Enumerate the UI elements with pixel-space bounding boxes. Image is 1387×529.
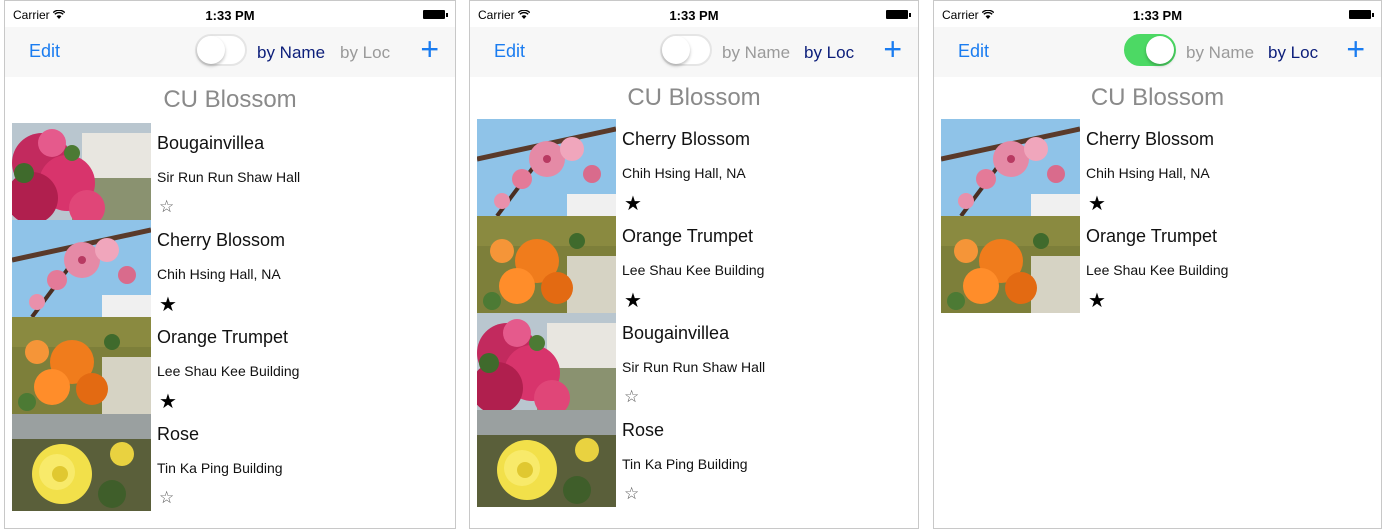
phone-screen-2: Carrier 1:33 PM Edit by Name by Loc + CU…: [469, 0, 919, 529]
bougainvillea-photo: [12, 123, 151, 220]
flower-name: Bougainvillea: [622, 323, 730, 343]
sort-by-loc-segment[interactable]: by Loc: [340, 43, 390, 63]
flower-location: Chih Hsing Hall, NA: [157, 266, 281, 282]
orange-trumpet-photo: [477, 216, 616, 313]
flower-location: Sir Run Run Shaw Hall: [157, 169, 301, 185]
add-button[interactable]: +: [883, 33, 902, 65]
cherry-blossom-photo: [941, 119, 1080, 216]
status-time: 1:33 PM: [669, 8, 719, 23]
favorites-toggle[interactable]: [195, 34, 247, 66]
list-item[interactable]: Cherry Blossom Chih Hsing Hall, NA ★: [477, 119, 918, 216]
flower-location: Lee Shau Kee Building: [622, 262, 765, 278]
navigation-bar: Edit by Name by Loc +: [5, 27, 455, 77]
favorites-toggle[interactable]: [1124, 34, 1176, 66]
cherry-blossom-photo: [12, 220, 151, 317]
battery-icon: [886, 10, 911, 19]
section-title: CU Blossom: [163, 86, 297, 113]
star-filled-icon: ★: [624, 193, 642, 215]
list-item[interactable]: Orange Trumpet Lee Shau Kee Building ★: [477, 216, 918, 313]
flower-name: Orange Trumpet: [622, 226, 754, 246]
flower-name: Orange Trumpet: [1086, 226, 1218, 246]
phone-screen-3: Carrier 1:33 PM Edit by Name by Loc + CU…: [933, 0, 1382, 529]
sort-by-loc-segment[interactable]: by Loc: [804, 43, 854, 63]
star-filled-icon: ★: [1088, 290, 1106, 312]
favorites-toggle[interactable]: [660, 34, 712, 66]
list-item[interactable]: Orange Trumpet Lee Shau Kee Building ★: [941, 216, 1381, 313]
orange-trumpet-photo: [941, 216, 1080, 313]
list-item[interactable]: Bougainvillea Sir Run Run Shaw Hall ☆: [12, 123, 455, 220]
list-item[interactable]: Orange Trumpet Lee Shau Kee Building ★: [12, 317, 455, 414]
star-outline-icon: ☆: [624, 484, 640, 503]
flower-name: Bougainvillea: [157, 133, 265, 153]
flower-location: Sir Run Run Shaw Hall: [622, 359, 766, 375]
rose-photo: [12, 414, 151, 511]
bougainvillea-photo: [477, 313, 616, 410]
star-filled-icon: ★: [159, 294, 177, 316]
list-item[interactable]: Rose Tin Ka Ping Building ☆: [12, 414, 455, 511]
sort-by-name-segment[interactable]: by Name: [1186, 43, 1254, 63]
edit-button[interactable]: Edit: [958, 41, 989, 62]
status-bar: Carrier 1:33 PM: [470, 1, 918, 27]
star-outline-icon: ☆: [159, 488, 175, 507]
toggle-knob: [1146, 36, 1174, 64]
star-filled-icon: ★: [624, 290, 642, 312]
edit-button[interactable]: Edit: [494, 41, 525, 62]
toggle-knob: [662, 36, 690, 64]
battery-icon: [423, 10, 448, 19]
flower-name: Rose: [622, 420, 665, 440]
flower-location: Chih Hsing Hall, NA: [1086, 165, 1210, 181]
status-bar: Carrier 1:33 PM: [5, 1, 455, 27]
star-outline-icon: ☆: [159, 197, 175, 216]
list-item[interactable]: Cherry Blossom Chih Hsing Hall, NA ★: [941, 119, 1381, 216]
section-title: CU Blossom: [1090, 84, 1225, 111]
navigation-bar: Edit by Name by Loc +: [934, 27, 1381, 77]
flower-location: Tin Ka Ping Building: [157, 460, 283, 476]
add-button[interactable]: +: [420, 33, 439, 65]
flower-location: Lee Shau Kee Building: [1086, 262, 1229, 278]
cherry-blossom-photo: [477, 119, 616, 216]
star-filled-icon: ★: [159, 391, 177, 413]
list-item[interactable]: Rose Tin Ka Ping Building ☆: [477, 410, 918, 507]
list-item[interactable]: Bougainvillea Sir Run Run Shaw Hall ☆: [477, 313, 918, 410]
flower-name: Cherry Blossom: [622, 129, 751, 149]
rose-photo: [477, 410, 616, 507]
flower-name: Orange Trumpet: [157, 327, 289, 347]
status-time: 1:33 PM: [205, 8, 255, 23]
sort-by-name-segment[interactable]: by Name: [722, 43, 790, 63]
flower-location: Lee Shau Kee Building: [157, 363, 300, 379]
section-title: CU Blossom: [627, 84, 761, 111]
star-filled-icon: ★: [1088, 193, 1106, 215]
orange-trumpet-photo: [12, 317, 151, 414]
flower-name: Cherry Blossom: [157, 230, 286, 250]
sort-by-name-segment[interactable]: by Name: [257, 43, 325, 63]
star-outline-icon: ☆: [624, 387, 640, 406]
toggle-knob: [197, 36, 225, 64]
sort-by-loc-segment[interactable]: by Loc: [1268, 43, 1318, 63]
flower-location: Tin Ka Ping Building: [622, 456, 748, 472]
flower-name: Rose: [157, 424, 200, 444]
add-button[interactable]: +: [1346, 33, 1365, 65]
flower-name: Cherry Blossom: [1086, 129, 1215, 149]
edit-button[interactable]: Edit: [29, 41, 60, 62]
list-item[interactable]: Cherry Blossom Chih Hsing Hall, NA ★: [12, 220, 455, 317]
flower-location: Chih Hsing Hall, NA: [622, 165, 746, 181]
status-bar: Carrier 1:33 PM: [934, 1, 1381, 27]
battery-icon: [1349, 10, 1374, 19]
status-time: 1:33 PM: [1132, 8, 1183, 23]
phone-screen-1: Carrier 1:33 PM Edit by Name by Loc + CU…: [4, 0, 456, 529]
navigation-bar: Edit by Name by Loc +: [470, 27, 918, 77]
